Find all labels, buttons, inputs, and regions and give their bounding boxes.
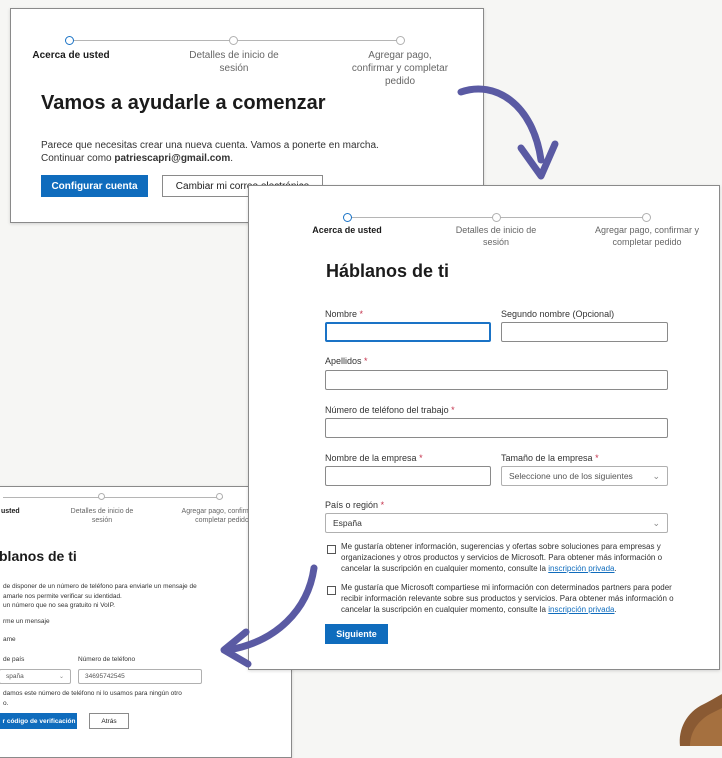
- account-email: patriescapri@gmail.com: [114, 153, 231, 164]
- step-label-login: Detalles de inicio de sesión: [70, 508, 134, 525]
- stepper-line: [3, 497, 223, 498]
- privacy-note-line2: o.: [3, 700, 9, 707]
- period: .: [614, 604, 617, 614]
- privacy-link[interactable]: inscripción privada: [548, 605, 614, 614]
- phone-number-value: 34695742545: [85, 673, 125, 680]
- option-send-message[interactable]: rme un mensaje: [3, 618, 50, 625]
- step-dot-about: [343, 213, 352, 222]
- step-dot-login: [98, 493, 105, 500]
- continue-as-text: Continuar como patriescapri@gmail.com.: [41, 153, 233, 164]
- back-button[interactable]: Atrás: [89, 713, 129, 729]
- first-name-label: Nombre *: [325, 309, 363, 319]
- company-size-label-text: Tamaño de la empresa: [501, 453, 593, 463]
- first-name-label-text: Nombre: [325, 309, 358, 319]
- marketing-consent-checkbox[interactable]: [327, 545, 336, 554]
- phone-intro-line2: amarle nos permite verificar su identida…: [3, 593, 122, 600]
- step-label-payment: Agregar pago, confirmar y completar pedi…: [351, 50, 449, 87]
- next-button[interactable]: Siguiente: [325, 624, 388, 644]
- chevron-down-icon: ⌄: [652, 517, 660, 528]
- chevron-down-icon: ⌄: [58, 674, 64, 680]
- phone-intro-line3: un número que no sea gratuito ni VoIP.: [3, 602, 115, 609]
- middle-name-label: Segundo nombre (Opcional): [501, 309, 615, 319]
- country-value: España: [333, 518, 362, 528]
- required-mark: *: [359, 309, 364, 319]
- marketing-consent-text: Me gustaría obtener información, sugeren…: [341, 542, 671, 574]
- middle-name-input[interactable]: [501, 322, 668, 342]
- step-label-login: Detalles de inicio de sesión: [189, 50, 279, 74]
- last-name-input[interactable]: [325, 370, 668, 390]
- work-phone-input[interactable]: [325, 418, 668, 438]
- country-label: País o región *: [325, 500, 384, 510]
- step-label-about: Acerca de usted: [32, 50, 110, 61]
- step-label-payment: Agregar pago, confirmar y completar pedi…: [594, 225, 700, 247]
- privacy-link[interactable]: inscripción privada: [548, 564, 614, 573]
- decorative-shape: [679, 694, 722, 746]
- company-size-label: Tamaño de la empresa *: [501, 453, 599, 463]
- step-dot-payment: [642, 213, 651, 222]
- work-phone-label-text: Número de teléfono del trabajo: [325, 405, 449, 415]
- required-mark: *: [595, 453, 599, 463]
- step-label-login: Detalles de inicio de sesión: [455, 225, 537, 247]
- continue-prefix: Continuar como: [41, 153, 115, 164]
- continue-suffix: .: [230, 153, 234, 164]
- country-code-value: spaña: [6, 673, 24, 680]
- required-mark: *: [419, 453, 423, 463]
- first-name-input[interactable]: [325, 322, 491, 342]
- company-size-select[interactable]: Seleccione uno de los siguientes ⌄: [501, 466, 668, 486]
- page-title: Vamos a ayudarle a comenzar: [41, 92, 326, 114]
- country-code-label: de país: [3, 656, 25, 663]
- required-mark: *: [451, 405, 455, 415]
- work-phone-label: Número de teléfono del trabajo *: [325, 405, 455, 415]
- chevron-down-icon: ⌄: [652, 470, 660, 481]
- company-name-input[interactable]: [325, 466, 491, 486]
- phone-number-label: Número de teléfono: [78, 656, 136, 663]
- partner-sharing-body: Me gustaría que Microsoft compartiese mi…: [341, 583, 674, 614]
- setup-account-button[interactable]: Configurar cuenta: [41, 175, 148, 197]
- country-select[interactable]: España ⌄: [325, 513, 668, 533]
- country-label-text: País o región: [325, 500, 379, 510]
- page-title: blanos de ti: [0, 548, 77, 564]
- step-dot-login: [492, 213, 501, 222]
- company-size-placeholder: Seleccione uno de los siguientes: [509, 471, 633, 481]
- company-name-label: Nombre de la empresa *: [325, 453, 423, 463]
- arrow-curve: [457, 85, 545, 164]
- option-call-me[interactable]: ame: [3, 636, 16, 643]
- required-mark: *: [364, 356, 368, 366]
- company-name-label-text: Nombre de la empresa: [325, 453, 417, 463]
- last-name-label-text: Apellidos: [325, 356, 362, 366]
- step-dot-payment: [396, 36, 405, 45]
- partner-sharing-checkbox[interactable]: [327, 586, 336, 595]
- period: .: [614, 563, 617, 573]
- partner-sharing-text: Me gustaría que Microsoft compartiese mi…: [341, 583, 681, 615]
- flow-arrow-2: [220, 564, 318, 668]
- step-label-about: Acerca de usted: [312, 225, 382, 235]
- country-code-select[interactable]: spaña ⌄: [0, 669, 71, 684]
- step-dot-payment: [216, 493, 223, 500]
- last-name-label: Apellidos *: [325, 356, 368, 366]
- step-dot-about: [65, 36, 74, 45]
- send-code-button[interactable]: r código de verificación: [0, 713, 77, 729]
- flow-arrow-1: [457, 85, 559, 180]
- privacy-note-line1: damos este número de teléfono ni lo usam…: [3, 690, 182, 697]
- new-account-text: Parece que necesitas crear una nueva cue…: [41, 140, 379, 151]
- phone-intro-line1: de disponer de un número de teléfono par…: [3, 583, 197, 590]
- phone-number-input[interactable]: 34695742545: [78, 669, 202, 684]
- required-mark: *: [380, 500, 385, 510]
- page-title: Háblanos de ti: [326, 261, 450, 281]
- step-label-about: usted: [1, 508, 20, 515]
- step-dot-login: [229, 36, 238, 45]
